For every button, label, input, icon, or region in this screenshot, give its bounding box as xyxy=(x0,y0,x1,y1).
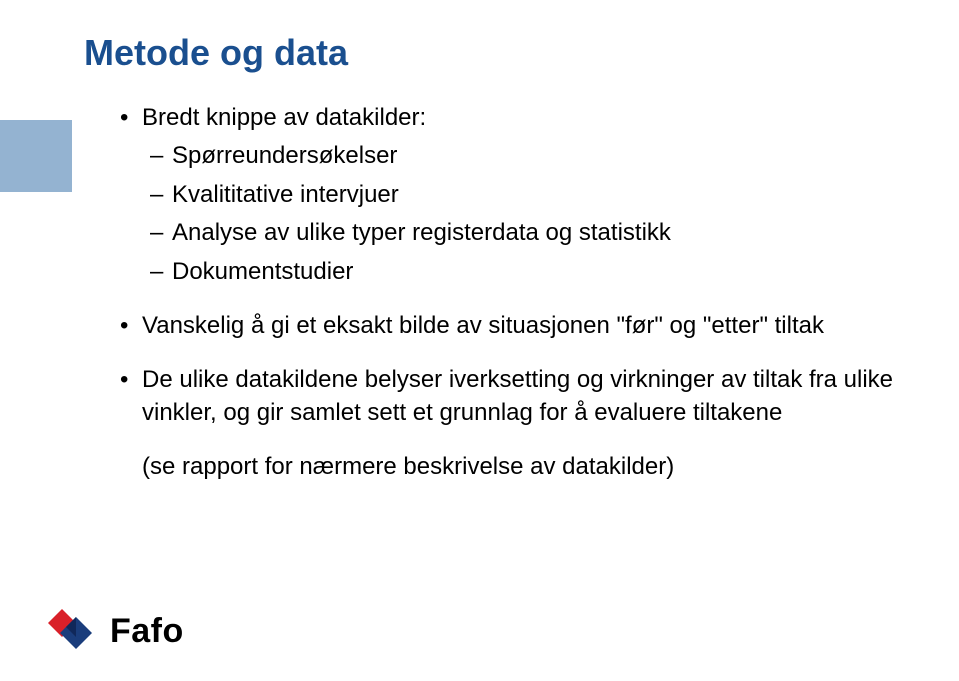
slide-container: Metode og data Bredt knippe av datakilde… xyxy=(0,0,959,681)
bullet-item-1: Bredt knippe av datakilder: Spørreunders… xyxy=(120,102,911,288)
bullet-item-2: Vanskelig å gi et eksakt bilde av situas… xyxy=(120,310,911,342)
bullet-item-3: De ulike datakildene belyser iverksettin… xyxy=(120,364,911,429)
decoration-square xyxy=(0,120,72,192)
sub-item-2: Kvalititative intervjuer xyxy=(142,179,911,211)
sub-item-3: Analyse av ulike typer registerdata og s… xyxy=(142,217,911,249)
footnote: (se rapport for nærmere beskrivelse av d… xyxy=(142,451,911,483)
bullet-1-text: Bredt knippe av datakilder: xyxy=(142,104,426,131)
logo-text: Fafo xyxy=(110,612,184,651)
logo: Fafo xyxy=(48,609,184,653)
sub-item-4: Dokumentstudier xyxy=(142,256,911,288)
slide-title: Metode og data xyxy=(84,32,911,74)
sub-list: Spørreundersøkelser Kvalititative interv… xyxy=(142,140,911,288)
sub-item-1: Spørreundersøkelser xyxy=(142,140,911,172)
logo-icon xyxy=(48,609,100,653)
bullet-list: Bredt knippe av datakilder: Spørreunders… xyxy=(120,102,911,429)
slide-content: Bredt knippe av datakilder: Spørreunders… xyxy=(120,102,911,484)
